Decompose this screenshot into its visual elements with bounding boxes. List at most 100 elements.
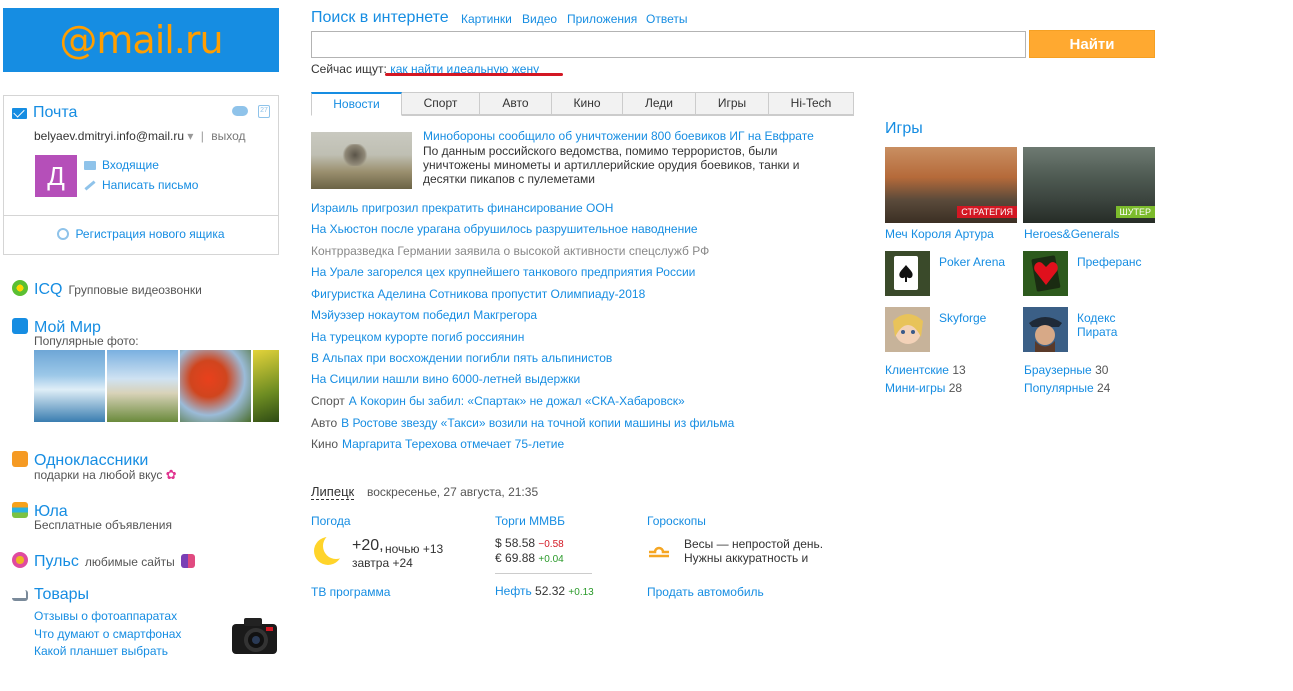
- tab-news[interactable]: Новости: [311, 92, 402, 116]
- games-title[interactable]: Игры: [885, 120, 923, 138]
- write-letter-label[interactable]: Написать письмо: [102, 178, 198, 192]
- eur-rate[interactable]: € 69.88 +0.04: [495, 551, 564, 565]
- camera-image[interactable]: [230, 612, 279, 658]
- horoscope-text[interactable]: Весы — непростой день. Нужны аккуратност…: [684, 537, 823, 565]
- search-link-apps[interactable]: Приложения: [567, 12, 637, 26]
- search-input[interactable]: [311, 31, 1026, 58]
- game-link-pirate-code[interactable]: Кодекс Пирата: [1077, 311, 1117, 339]
- write-letter-link[interactable]: Написать письмо: [84, 178, 198, 192]
- icq-desc[interactable]: Групповые видеозвонки: [68, 283, 201, 297]
- city-selector[interactable]: Липецк: [311, 484, 355, 500]
- games-count-popular[interactable]: Популярные 24: [1024, 381, 1110, 395]
- tab-auto[interactable]: Авто: [480, 92, 552, 115]
- search-link-video[interactable]: Видео: [522, 12, 557, 26]
- search-link-images[interactable]: Картинки: [461, 12, 512, 26]
- popular-photo-waterfall[interactable]: [34, 350, 105, 422]
- exchange-title[interactable]: Торги ММВБ: [495, 514, 565, 528]
- register-link[interactable]: Регистрация нового ящика: [75, 227, 224, 241]
- game-link-poker-arena[interactable]: Poker Arena: [939, 255, 1005, 269]
- goods-link[interactable]: Товары: [34, 586, 89, 604]
- account-email[interactable]: belyaev.dmitryi.info@mail.ru: [34, 129, 184, 143]
- game-name-line[interactable]: Кодекс: [1077, 311, 1117, 325]
- usd-rate[interactable]: $ 58.58 −0.58: [495, 536, 564, 550]
- game-link-king-arthur[interactable]: Меч Короля Артура: [885, 227, 994, 241]
- mail-title-row[interactable]: Почта: [12, 104, 77, 122]
- games-category-label[interactable]: Клиентские: [885, 363, 949, 377]
- news-item[interactable]: Контрразведка Германии заявила о высокой…: [311, 244, 709, 258]
- top-news-title[interactable]: Минобороны сообщило об уничтожении 800 б…: [423, 129, 814, 143]
- news-item[interactable]: На Хьюстон после урагана обрушилось разр…: [311, 222, 698, 236]
- poker-icon[interactable]: [885, 251, 930, 296]
- account-dropdown-icon[interactable]: ▾: [187, 129, 193, 143]
- popular-photo-autumn[interactable]: [180, 350, 251, 422]
- news-category[interactable]: Спорт: [311, 394, 345, 408]
- news-category[interactable]: Кино: [311, 437, 338, 451]
- pulse-service[interactable]: Пульс любимые сайты: [12, 550, 195, 571]
- goods-service[interactable]: Товары: [12, 586, 89, 604]
- sell-car-link[interactable]: Продать автомобиль: [647, 585, 764, 599]
- weather-title[interactable]: Погода: [311, 514, 351, 528]
- current-temp[interactable]: +20,: [352, 537, 384, 555]
- news-item[interactable]: Израиль пригрозил прекратить финансирова…: [311, 201, 613, 215]
- games-count-client[interactable]: Клиентские 13: [885, 363, 966, 377]
- tab-games[interactable]: Игры: [696, 92, 769, 115]
- tv-program-link[interactable]: ТВ программа: [311, 585, 390, 599]
- news-category[interactable]: Авто: [311, 416, 337, 430]
- games-count-browser[interactable]: Браузерные 30: [1024, 363, 1108, 377]
- news-item[interactable]: Мэйуэзер нокаутом победил Макгрегора: [311, 308, 537, 322]
- games-category-label[interactable]: Браузерные: [1024, 363, 1092, 377]
- yula-desc[interactable]: Бесплатные объявления: [34, 518, 172, 532]
- top-news-image[interactable]: [311, 132, 412, 189]
- icq-service[interactable]: ICQ Групповые видеозвонки: [12, 278, 202, 299]
- news-item[interactable]: На Сицилии нашли вино 6000-летней выдерж…: [311, 372, 580, 386]
- cloud-icon[interactable]: [232, 106, 248, 116]
- news-item-link[interactable]: Маргарита Терехова отмечает 75-летие: [342, 437, 564, 451]
- game-link-skyforge[interactable]: Skyforge: [939, 311, 986, 325]
- preferans-icon[interactable]: [1023, 251, 1068, 296]
- games-count-mini[interactable]: Мини-игры 28: [885, 381, 962, 395]
- search-title[interactable]: Поиск в интернете: [311, 9, 449, 27]
- news-item-link[interactable]: А Кокорин бы забил: «Спартак» не дожал «…: [349, 394, 685, 408]
- news-item[interactable]: На турецком курорте погиб россиянин: [311, 330, 524, 344]
- games-category-label[interactable]: Популярные: [1024, 381, 1094, 395]
- icq-link[interactable]: ICQ: [34, 281, 62, 299]
- news-item-link[interactable]: В Ростове звезду «Такси» возили на точно…: [341, 416, 734, 430]
- popular-photo-church[interactable]: [107, 350, 178, 422]
- tab-lady[interactable]: Леди: [623, 92, 696, 115]
- game-image-king-arthur[interactable]: СТРАТЕГИЯ: [885, 147, 1017, 223]
- pirate-code-icon[interactable]: [1023, 307, 1068, 352]
- horoscope-title[interactable]: Гороскопы: [647, 514, 706, 528]
- inbox-link[interactable]: Входящие: [84, 158, 159, 172]
- news-item[interactable]: Фигуристка Аделина Сотникова пропустит О…: [311, 287, 645, 301]
- game-name-line[interactable]: Пирата: [1077, 325, 1117, 339]
- register-row[interactable]: Регистрация нового ящика: [4, 215, 278, 241]
- tab-cinema[interactable]: Кино: [552, 92, 623, 115]
- mailru-logo[interactable]: @mail.ru: [3, 8, 279, 72]
- game-link-heroes-generals[interactable]: Heroes&Generals: [1024, 227, 1119, 241]
- oil-label[interactable]: Нефть: [495, 584, 532, 598]
- skyforge-icon[interactable]: [885, 307, 930, 352]
- ok-desc[interactable]: подарки на любой вкус: [34, 468, 162, 482]
- logout-link[interactable]: выход: [211, 129, 245, 143]
- inbox-label[interactable]: Входящие: [102, 158, 159, 172]
- goods-link-tablets[interactable]: Какой планшет выбрать: [34, 644, 168, 658]
- pulse-desc[interactable]: любимые сайты: [85, 555, 175, 569]
- calendar-icon[interactable]: 27: [258, 105, 270, 118]
- goods-link-cameras[interactable]: Отзывы о фотоаппаратах: [34, 609, 177, 623]
- games-category-label[interactable]: Мини-игры: [885, 381, 945, 395]
- search-link-answers[interactable]: Ответы: [646, 12, 687, 26]
- news-item[interactable]: На Урале загорелся цех крупнейшего танко…: [311, 265, 695, 279]
- game-link-preferans[interactable]: Преферанс: [1077, 255, 1142, 269]
- search-button[interactable]: Найти: [1029, 30, 1155, 58]
- tab-sport[interactable]: Спорт: [402, 92, 480, 115]
- tab-hitech[interactable]: Hi-Tech: [769, 92, 854, 115]
- avatar[interactable]: Д: [35, 155, 77, 197]
- popular-photo-flower[interactable]: [253, 350, 279, 422]
- goods-link-phones[interactable]: Что думают о смартфонах: [34, 627, 181, 641]
- ok-desc-row[interactable]: подарки на любой вкус ✿: [34, 467, 177, 483]
- mail-title[interactable]: Почта: [33, 104, 77, 122]
- game-image-heroes-generals[interactable]: ШУТЕР: [1023, 147, 1155, 223]
- pulse-link[interactable]: Пульс: [34, 553, 79, 571]
- oil-price[interactable]: Нефть 52.32 +0.13: [495, 584, 594, 598]
- news-item[interactable]: В Альпах при восхождении погибли пять ал…: [311, 351, 612, 365]
